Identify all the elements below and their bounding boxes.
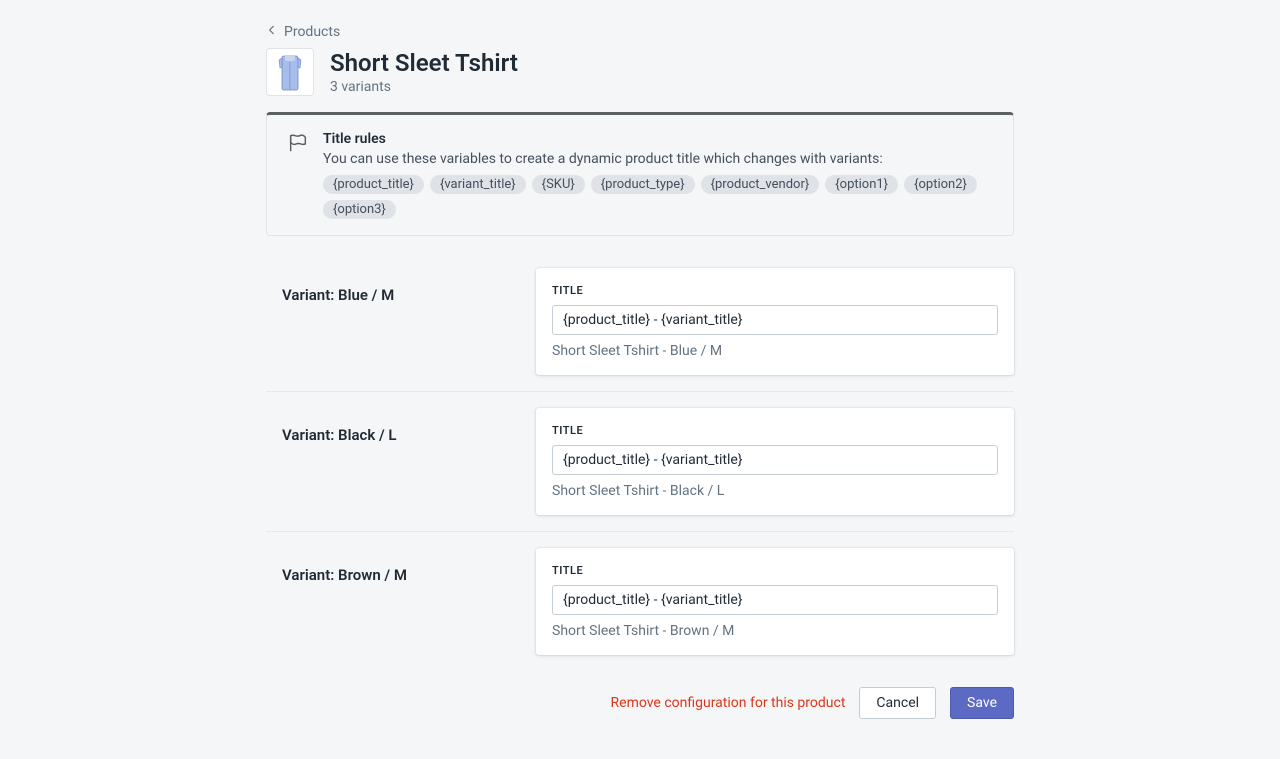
variant-label: Variant: Black / L	[282, 426, 520, 444]
variant-card: TITLE Short Sleet Tshirt - Black / L	[536, 408, 1014, 515]
flag-icon	[287, 132, 309, 154]
variable-pills: {product_title} {variant_title} {SKU} {prod…	[323, 175, 993, 219]
title-rules-card: Title rules You can use these variables …	[266, 112, 1014, 236]
variant-block: Variant: Blue / M TITLE Short Sleet Tshirt…	[266, 252, 1014, 392]
variant-card: TITLE Short Sleet Tshirt - Blue / M	[536, 268, 1014, 375]
variant-card: TITLE Short Sleet Tshirt - Brown / M	[536, 548, 1014, 655]
variable-pill[interactable]: {variant_title}	[430, 175, 526, 194]
field-label: TITLE	[552, 284, 998, 297]
page-subtitle: 3 variants	[330, 79, 518, 95]
variable-pill[interactable]: {product_type}	[591, 175, 695, 194]
variable-pill[interactable]: {product_vendor}	[701, 175, 820, 194]
variable-pill[interactable]: {option3}	[323, 200, 396, 219]
variant-block: Variant: Brown / M TITLE Short Sleet Tshir…	[266, 532, 1014, 671]
field-label: TITLE	[552, 424, 998, 437]
info-description: You can use these variables to create a …	[323, 151, 993, 167]
variable-pill[interactable]: {option2}	[904, 175, 977, 194]
title-preview: Short Sleet Tshirt - Blue / M	[552, 343, 998, 359]
title-input[interactable]	[552, 585, 998, 615]
title-preview: Short Sleet Tshirt - Black / L	[552, 483, 998, 499]
chevron-left-icon	[266, 24, 278, 40]
form-actions: Remove configuration for this product Ca…	[266, 687, 1014, 719]
breadcrumb-back[interactable]: Products	[266, 24, 1014, 40]
variable-pill[interactable]: {option1}	[825, 175, 898, 194]
info-title: Title rules	[323, 131, 993, 147]
save-button[interactable]: Save	[950, 687, 1014, 719]
cancel-button[interactable]: Cancel	[859, 687, 936, 719]
remove-configuration-link[interactable]: Remove configuration for this product	[611, 695, 846, 711]
variant-label: Variant: Blue / M	[282, 286, 520, 304]
variable-pill[interactable]: {SKU}	[532, 175, 585, 194]
breadcrumb-label: Products	[284, 24, 340, 40]
page-title: Short Sleet Tshirt	[330, 49, 518, 78]
variant-label: Variant: Brown / M	[282, 566, 520, 584]
variant-block: Variant: Black / L TITLE Short Sleet Tshir…	[266, 392, 1014, 532]
product-thumbnail	[266, 48, 314, 96]
title-preview: Short Sleet Tshirt - Brown / M	[552, 623, 998, 639]
variable-pill[interactable]: {product_title}	[323, 175, 424, 194]
title-input[interactable]	[552, 445, 998, 475]
page-header: Short Sleet Tshirt 3 variants	[266, 48, 1014, 96]
title-input[interactable]	[552, 305, 998, 335]
field-label: TITLE	[552, 564, 998, 577]
